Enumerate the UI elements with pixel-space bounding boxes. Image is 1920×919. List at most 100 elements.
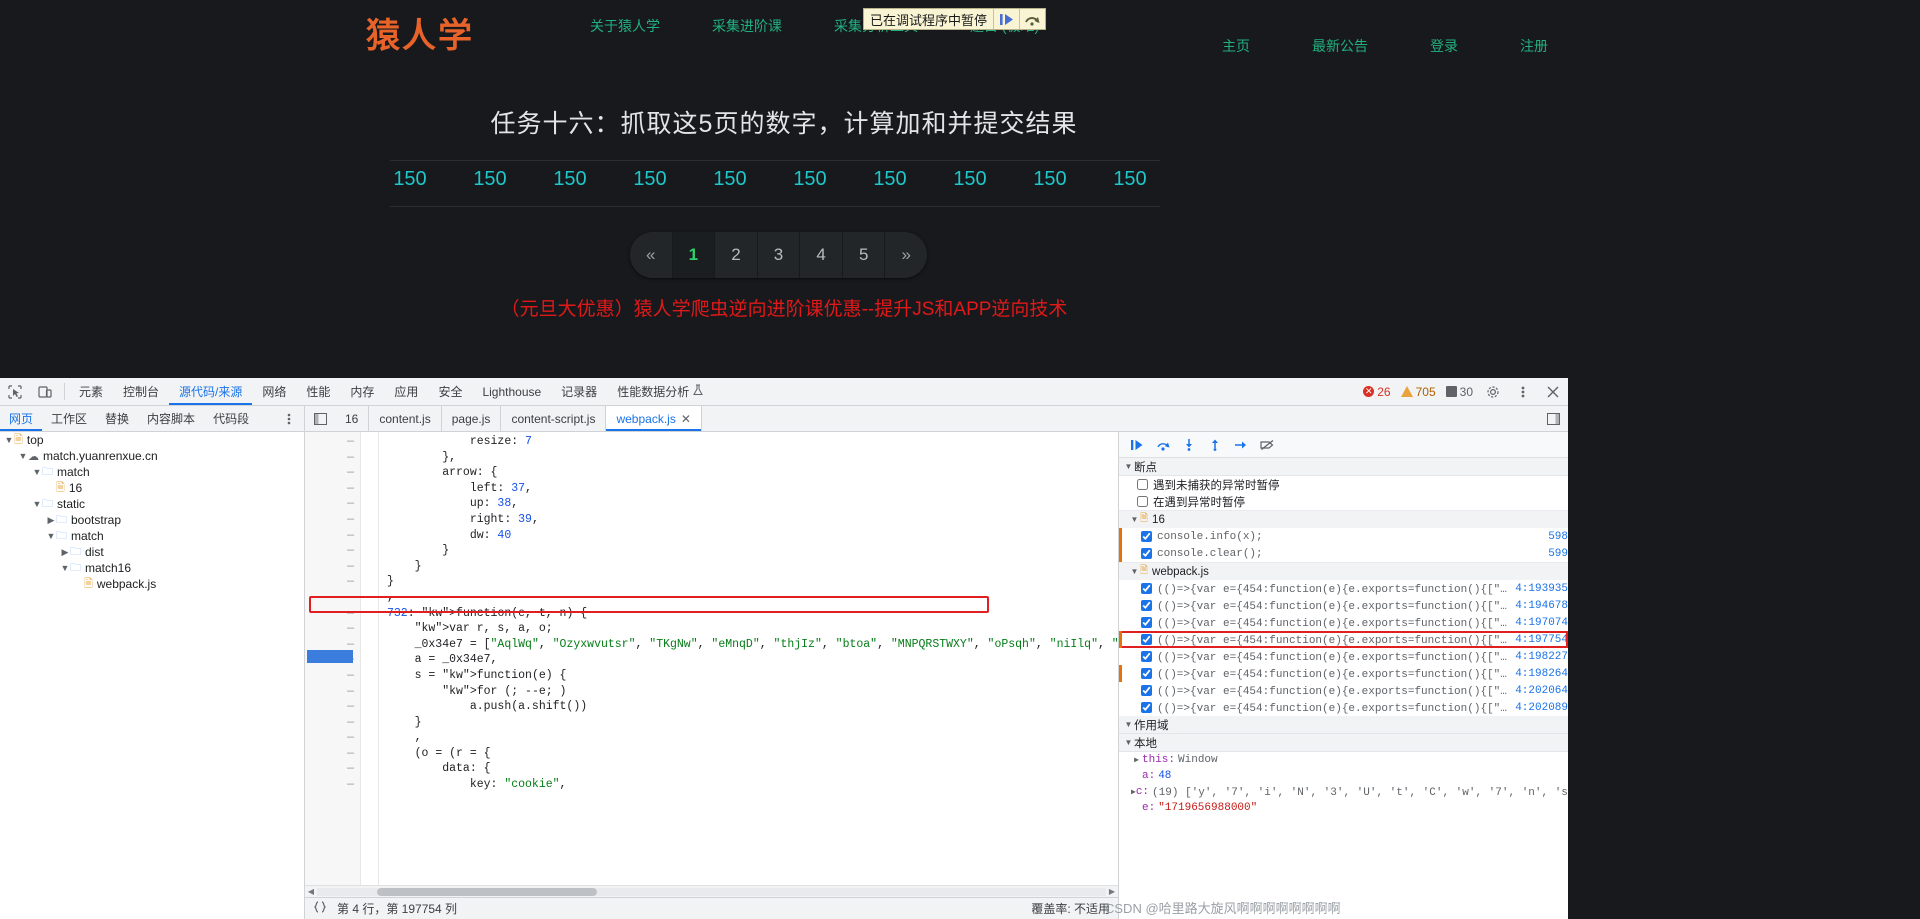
tree-node-static[interactable]: ▼ 🗀 static [0,496,304,512]
breakpoint-checkbox[interactable] [1141,702,1152,713]
tab-performance-insights[interactable]: 性能数据分析 [607,378,713,405]
subtab-overrides[interactable]: 替换 [96,406,138,431]
file-tab-webpack-js[interactable]: webpack.js ✕ [606,406,702,431]
pagination-page-1[interactable]: 1 [672,232,716,278]
file-navigator[interactable]: ▼ 🗎 top ▼ ☁ match.yuanrenxue.cn ▼ 🗀 match 🗎 16 ▼ 🗀 st… [0,432,305,919]
breakpoint-item[interactable]: (()=>{var e={454:function(e){e.exports=f… [1119,631,1568,648]
line-number[interactable]: — [305,512,360,528]
pause-on-uncaught-exceptions-checkbox[interactable] [1137,479,1148,490]
deactivate-breakpoints-icon[interactable] [1257,436,1277,454]
subtab-workspace[interactable]: 工作区 [42,406,96,431]
pagination-prev[interactable]: « [630,232,673,278]
code-content[interactable]: resize: 7 }, arrow: { left: 37, up: 38, … [379,432,1118,885]
line-number[interactable]: — [305,496,360,512]
section-scope[interactable]: ▼ 作用域 [1119,716,1568,734]
debugger-sections[interactable]: ▼ 断点 遇到未捕获的异常时暂停 在遇到异常时暂停 ▼ 🗎 16 console.info(x… [1119,458,1568,919]
breakpoint-checkbox[interactable] [1141,600,1152,611]
line-number[interactable]: — [305,590,360,606]
editor-horizontal-scrollbar[interactable]: ◀ ▶ [305,885,1118,897]
breakpoint-checkbox[interactable] [1141,548,1152,559]
line-number[interactable]: — [305,606,360,622]
breakpoint-item[interactable]: console.info(x); 598 [1119,528,1568,545]
scope-variable[interactable]: ▶ c: (19) ['y', '7', 'i', 'N', '3', 'U', '… [1119,784,1568,800]
nav-link-announcements[interactable]: 最新公告 [1312,36,1368,56]
pause-on-caught-exceptions[interactable]: 在遇到异常时暂停 [1119,493,1568,510]
error-count[interactable]: ✕ 26 [1358,378,1395,405]
nav-link-register[interactable]: 注册 [1520,36,1548,56]
scrollbar-thumb[interactable] [377,887,597,896]
tab-application[interactable]: 应用 [384,378,428,405]
chevron-down-icon[interactable]: ▼ [60,563,70,573]
tab-performance[interactable]: 性能 [296,378,340,405]
file-tab-content-js[interactable]: content.js [369,406,442,431]
section-local-scope[interactable]: ▼ 本地 [1119,734,1568,752]
close-icon[interactable] [1538,378,1568,405]
scroll-right-icon[interactable]: ▶ [1106,887,1118,896]
chevron-right-icon[interactable]: ▶ [60,547,70,558]
breakpoint-group-16[interactable]: ▼ 🗎 16 [1119,510,1568,528]
resume-script-icon[interactable] [993,9,1019,29]
step-into-icon[interactable] [1179,436,1199,454]
breakpoint-item[interactable]: (()=>{var e={454:function(e){e.exports=f… [1119,580,1568,597]
line-number[interactable]: — [305,465,360,481]
breakpoint-checkbox[interactable] [1141,583,1152,594]
line-number[interactable]: — [305,715,360,731]
scope-variable[interactable]: a: 48 [1119,768,1568,784]
editor-viewport[interactable]: ——————————————————————— resize: 7 }, arr… [305,432,1118,885]
nav-link-course[interactable]: 采集进阶课 [712,16,782,36]
more-vertical-icon[interactable] [1508,378,1538,405]
chevron-down-icon[interactable]: ▼ [4,435,14,445]
tab-lighthouse[interactable]: Lighthouse [472,378,551,405]
chevron-right-icon[interactable]: ▶ [46,515,56,526]
tab-sources[interactable]: 源代码/来源 [169,378,252,405]
breakpoint-item[interactable]: (()=>{var e={454:function(e){e.exports=f… [1119,597,1568,614]
tree-node-match[interactable]: ▼ 🗀 match [0,528,304,544]
nav-link-home[interactable]: 主页 [1222,36,1250,56]
resume-script-icon[interactable] [1127,436,1147,454]
tab-memory[interactable]: 内存 [340,378,384,405]
line-number[interactable]: — [305,559,360,575]
chevron-right-icon[interactable]: ▶ [1131,755,1142,765]
breakpoint-item[interactable]: console.clear(); 599 [1119,545,1568,562]
breakpoint-item[interactable]: (()=>{var e={454:function(e){e.exports=f… [1119,648,1568,665]
breakpoint-checkbox[interactable] [1141,685,1152,696]
scrollbar-track[interactable] [317,887,1106,896]
tab-elements[interactable]: 元素 [69,378,113,405]
chevron-down-icon[interactable]: ▼ [46,531,56,541]
line-number[interactable]: — [305,777,360,793]
navigator-more-icon[interactable] [274,406,304,431]
file-tab-page-js[interactable]: page.js [442,406,502,431]
tab-recorder[interactable]: 记录器 [551,378,607,405]
breakpoint-item[interactable]: (()=>{var e={454:function(e){e.exports=f… [1119,682,1568,699]
tree-node-webpack-js[interactable]: 🗎 webpack.js [0,576,304,592]
show-navigator-icon[interactable] [305,406,335,431]
pause-on-uncaught-exceptions[interactable]: 遇到未捕获的异常时暂停 [1119,476,1568,493]
step-over-icon[interactable] [1153,436,1173,454]
site-logo[interactable]: 猿人学 [366,8,474,57]
line-number[interactable]: — [305,699,360,715]
tree-node-dist[interactable]: ▶ 🗀 dist [0,544,304,560]
breakpoint-checkbox[interactable] [1141,531,1152,542]
line-number[interactable]: — [305,450,360,466]
nav-link-login[interactable]: 登录 [1430,36,1458,56]
line-number[interactable]: — [305,668,360,684]
chevron-down-icon[interactable]: ▼ [18,451,28,461]
line-number[interactable]: — [305,684,360,700]
breakpoint-checkbox[interactable] [1141,634,1152,645]
breakpoint-item[interactable]: (()=>{var e={454:function(e){e.exports=f… [1119,665,1568,682]
tree-node-top[interactable]: ▼ 🗎 top [0,432,304,448]
step-over-icon[interactable] [1019,9,1045,29]
scroll-left-icon[interactable]: ◀ [305,887,317,896]
chevron-down-icon[interactable]: ▼ [32,467,42,477]
step-out-icon[interactable] [1205,436,1225,454]
tab-console[interactable]: 控制台 [113,378,169,405]
format-braces-icon[interactable] [313,901,327,916]
line-number[interactable]: — [305,746,360,762]
pagination-page-5[interactable]: 5 [842,232,886,278]
subtab-page[interactable]: 网页 [0,406,42,431]
warning-count[interactable]: 705 [1396,378,1441,405]
close-icon[interactable]: ✕ [681,412,691,426]
line-number[interactable]: — [305,434,360,450]
file-tab-content-script-js[interactable]: content-script.js [501,406,607,431]
breakpoint-checkbox[interactable] [1141,668,1152,679]
